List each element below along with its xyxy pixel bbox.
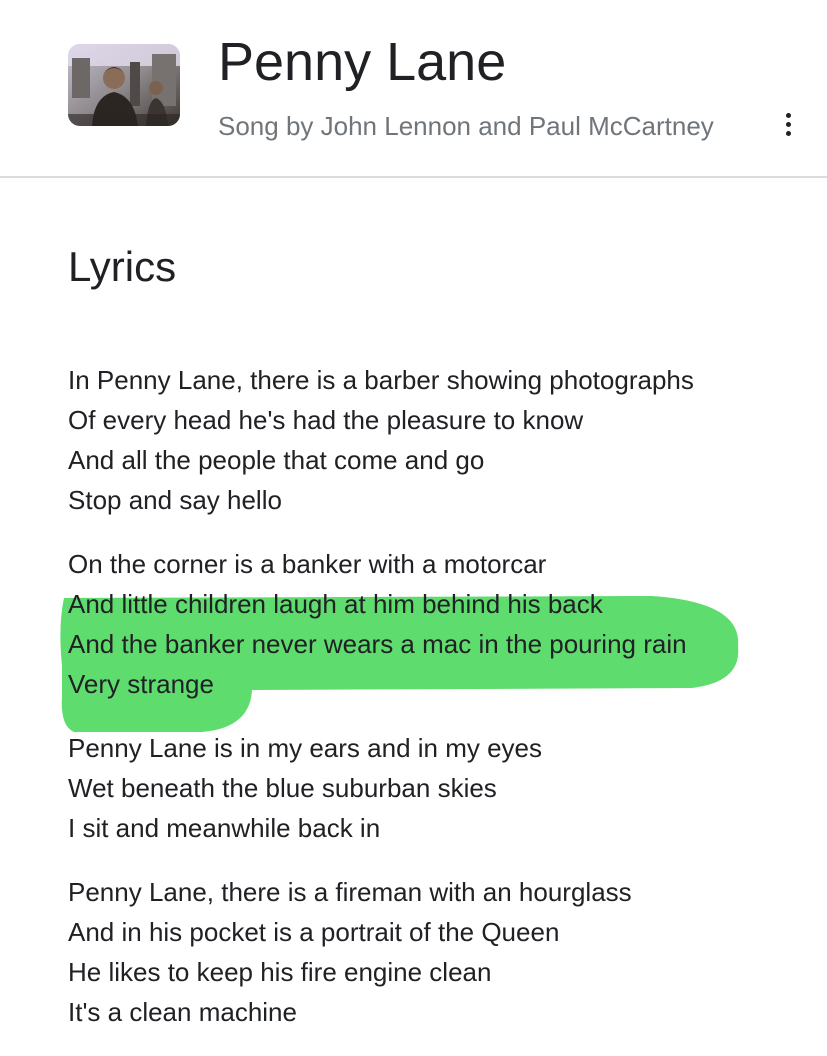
more-dot [785,112,791,118]
lyrics-stanza: In Penny Lane, there is a barber showing… [68,360,808,520]
lyric-line: Penny Lane, there is a fireman with an h… [68,877,632,907]
lyrics-stanza: On the corner is a banker with a motorca… [68,544,808,704]
lyric-line: I sit and meanwhile back in [68,813,381,843]
song-thumbnail-image [68,44,180,126]
more-dot [785,130,791,136]
lyric-line: In Penny Lane, there is a barber showing… [68,365,694,395]
song-header: Penny Lane Song by John Lennon and Paul … [0,0,827,178]
lyrics-body: In Penny Lane, there is a barber showing… [68,360,808,1056]
lyrics-heading: Lyrics [68,243,177,290]
lyric-line: And in his pocket is a portrait of the Q… [68,917,560,947]
lyric-line: And the banker never wears a mac in the … [68,629,687,659]
lyric-line: Penny Lane is in my ears and in my eyes [68,733,543,763]
lyric-line: And little children laugh at him behind … [68,589,603,619]
lyric-line: And all the people that come and go [68,445,485,475]
lyric-line: On the corner is a banker with a motorca… [68,549,547,579]
lyric-line: Wet beneath the blue suburban skies [68,773,497,803]
lyric-line: Of every head he's had the pleasure to k… [68,405,584,435]
lyric-line: Stop and say hello [68,485,282,515]
lyric-line: He likes to keep his fire engine clean [68,957,492,987]
lyric-line: Very strange [68,669,214,699]
lyrics-stanza: Penny Lane, there is a fireman with an h… [68,872,808,1032]
song-subtitle: Song by John Lennon and Paul McCartney [218,111,714,141]
song-thumbnail[interactable] [68,44,180,126]
more-dot [785,121,791,127]
more-vert-icon[interactable] [772,108,804,140]
lyric-line: It's a clean machine [68,997,297,1027]
lyrics-stanza: Penny Lane is in my ears and in my eyes … [68,728,808,848]
song-title: Penny Lane [218,32,507,92]
